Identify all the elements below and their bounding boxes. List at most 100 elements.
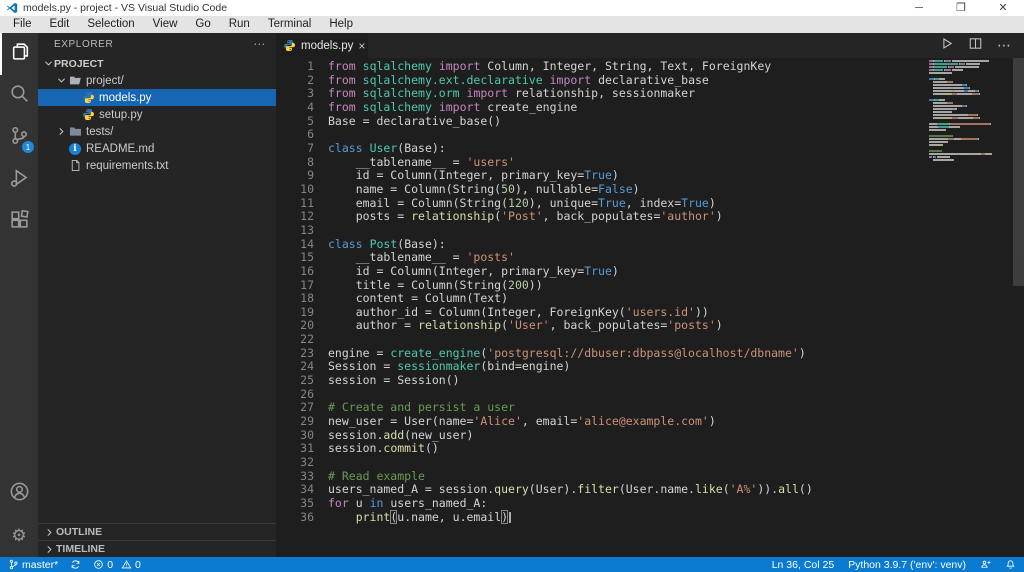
cursor-position[interactable]: Ln 36, Col 25 (772, 559, 834, 571)
code-line-4[interactable]: 4 from sqlalchemy import create_engine (276, 100, 1024, 115)
code-line-15[interactable]: 15 __tablename__ = 'posts' (276, 250, 1024, 265)
code-line-1[interactable]: 1 from sqlalchemy import Column, Integer,… (276, 59, 1024, 74)
code-line-26[interactable]: 26 (276, 387, 1024, 402)
code-line-36[interactable]: 36 print(u.name, u.email) (276, 509, 1024, 525)
tree-item-project-[interactable]: project/ (38, 72, 276, 89)
menu-help[interactable]: Help (320, 16, 362, 33)
chevron-right-icon[interactable] (55, 126, 67, 138)
code-line-31[interactable]: 31 session.commit() (276, 442, 1024, 456)
menu-selection[interactable]: Selection (78, 16, 143, 33)
code-line-12[interactable]: 12 posts = relationship('Post', back_pop… (276, 209, 1024, 224)
split-editor-button[interactable] (968, 36, 983, 56)
line-text: session.commit() (328, 441, 439, 456)
menu-file[interactable]: File (4, 16, 41, 33)
code-line-24[interactable]: 24 Session = sessionmaker(bind=engine) (276, 360, 1024, 374)
tree-item-readme-md[interactable]: i README.md (38, 140, 276, 157)
code-line-13[interactable]: 13 (276, 223, 1024, 238)
more-actions-button[interactable]: ⋯ (997, 37, 1012, 55)
code-line-2[interactable]: 2 from sqlalchemy.ext.declarative import … (276, 73, 1024, 88)
git-branch-status[interactable]: master* (8, 559, 58, 571)
activitybar-search[interactable] (0, 75, 38, 117)
menu-edit[interactable]: Edit (41, 16, 79, 33)
tree-item-requirements-txt[interactable]: requirements.txt (38, 157, 276, 174)
chevron-down-icon[interactable] (42, 58, 54, 70)
code-line-9[interactable]: 9 id = Column(Integer, primary_key=True) (276, 168, 1024, 183)
tab-models-py[interactable]: models.py × (276, 33, 368, 58)
code-line-5[interactable]: 5 Base = declarative_base() (276, 114, 1024, 129)
activitybar-run-debug[interactable] (0, 159, 38, 201)
line-number: 25 (300, 373, 314, 388)
python-interpreter[interactable]: Python 3.9.7 ('env': venv) (848, 559, 966, 571)
run-button[interactable] (939, 36, 954, 56)
code-line-29[interactable]: 29 new_user = User(name='Alice', email='a… (276, 414, 1024, 429)
menu-bar: File Edit Selection View Go Run Terminal Help (0, 16, 1024, 33)
code-area[interactable]: 1 from sqlalchemy import Column, Integer,… (276, 59, 1024, 525)
code-line-34[interactable]: 34 users_named_A = session.query(User).fi… (276, 483, 1024, 497)
code-line-23[interactable]: 23 engine = create_engine('postgresql://d… (276, 346, 1024, 361)
tree-item-setup-py[interactable]: setup.py (38, 106, 276, 123)
line-number: 33 (300, 468, 314, 483)
scm-badge: 1 (22, 141, 34, 153)
activitybar-settings[interactable]: ⚙ (0, 515, 38, 557)
menu-go[interactable]: Go (186, 16, 219, 33)
tab-close-icon[interactable]: × (358, 39, 365, 53)
code-line-19[interactable]: 19 author_id = Column(Integer, ForeignKe… (276, 305, 1024, 320)
code-line-10[interactable]: 10 name = Column(String(50), nullable=Fa… (276, 182, 1024, 197)
code-line-32[interactable]: 32 (276, 455, 1024, 470)
chevron-down-icon[interactable] (55, 75, 67, 87)
line-number: 7 (307, 140, 314, 155)
feedback-button[interactable] (980, 559, 991, 570)
code-line-30[interactable]: 30 session.add(new_user) (276, 428, 1024, 443)
menu-run[interactable]: Run (220, 16, 259, 33)
code-line-33[interactable]: 33 # Read example (276, 468, 1024, 484)
activitybar-extensions[interactable] (0, 201, 38, 243)
sync-icon (71, 560, 80, 569)
notifications-button[interactable] (1005, 559, 1016, 570)
code-line-22[interactable]: 22 (276, 332, 1024, 347)
code-line-17[interactable]: 17 title = Column(String(200)) (276, 278, 1024, 293)
code-line-3[interactable]: 3 from sqlalchemy.orm import relationship… (276, 86, 1024, 101)
minimap-line (929, 72, 1011, 74)
line-text: id = Column(Integer, primary_key=True) (328, 168, 619, 183)
activitybar-source-control[interactable]: 1 (0, 117, 38, 159)
run-icon (939, 37, 954, 55)
problems-status[interactable]: 0 0 (93, 559, 141, 571)
editor-scrollbar[interactable] (1013, 58, 1024, 286)
code-line-25[interactable]: 25 session = Session() (276, 373, 1024, 388)
code-line-35[interactable]: 35 for u in users_named_A: (276, 496, 1024, 511)
minimap-line (929, 102, 1011, 104)
menu-view[interactable]: View (144, 16, 187, 33)
code-line-18[interactable]: 18 content = Column(Text) (276, 291, 1024, 306)
views-more-icon[interactable]: ⋯ (253, 37, 266, 51)
line-number: 20 (300, 318, 314, 333)
code-line-16[interactable]: 16 id = Column(Integer, primary_key=True… (276, 264, 1024, 279)
code-line-20[interactable]: 20 author = relationship('User', back_po… (276, 319, 1024, 333)
minimap-line (929, 129, 1011, 131)
minimap[interactable] (929, 60, 1011, 162)
account-icon (9, 481, 30, 507)
code-line-6[interactable]: 6 (276, 128, 1024, 142)
python-icon (81, 91, 95, 105)
activitybar-explorer[interactable] (0, 33, 38, 75)
editor-body[interactable]: 1 from sqlalchemy import Column, Integer,… (276, 58, 1024, 557)
tree-section-project[interactable]: PROJECT (38, 55, 276, 72)
line-number: 11 (300, 195, 314, 210)
minimize-button[interactable]: ─ (898, 0, 940, 16)
panel-timeline[interactable]: TIMELINE (38, 540, 276, 557)
minimap-line (929, 117, 1011, 119)
feedback-icon (981, 560, 991, 568)
maximize-button[interactable]: ❐ (940, 0, 982, 16)
code-line-8[interactable]: 8 __tablename__ = 'users' (276, 155, 1024, 170)
code-line-7[interactable]: 7 class User(Base): (276, 140, 1024, 156)
tree-item-models-py[interactable]: models.py (38, 89, 276, 106)
minimap-line (929, 96, 1011, 98)
activitybar-account[interactable] (0, 473, 38, 515)
code-line-14[interactable]: 14 class Post(Base): (276, 237, 1024, 252)
close-button[interactable]: ✕ (982, 0, 1024, 16)
code-line-11[interactable]: 11 email = Column(String(120), unique=Tr… (276, 195, 1024, 211)
code-line-27[interactable]: 27 # Create and persist a user (276, 401, 1024, 415)
panel-outline[interactable]: OUTLINE (38, 523, 276, 540)
tree-item-tests-[interactable]: tests/ (38, 123, 276, 140)
sync-status[interactable] (70, 559, 81, 570)
menu-terminal[interactable]: Terminal (259, 16, 320, 33)
